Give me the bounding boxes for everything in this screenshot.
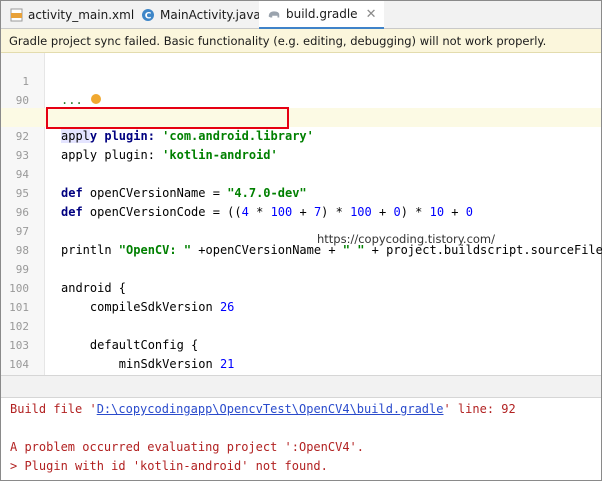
code-line: 97 println "OpenCV: " +openCVersionName …	[1, 203, 602, 257]
close-icon[interactable]: ✕	[366, 7, 377, 22]
code-line: 96	[1, 184, 601, 219]
code-line: 94 def openCVersionName = "4.7.0-dev"	[1, 146, 601, 200]
build-output-console: Build file 'D:\copycodingapp\OpencvTest\…	[1, 398, 601, 480]
code-line: 99 android {	[1, 241, 601, 295]
code-line: 101	[1, 279, 601, 314]
code-line: 1 ...	[1, 53, 601, 107]
code-line: 100 compileSdkVersion 26	[1, 260, 601, 314]
gradle-elephant-icon	[267, 7, 281, 21]
code-line: 104 targetSdkVersion 26	[1, 336, 601, 390]
java-class-icon: C	[141, 8, 155, 22]
code-editor[interactable]: 1 ... 90 91 apply plugin: 'com.android.l…	[1, 53, 602, 390]
build-file-link[interactable]: D:\copycodingapp\OpencvTest\OpenCV4\buil…	[97, 402, 444, 416]
svg-text:C: C	[145, 12, 152, 22]
editor-tab-bar: activity_main.xml ✕ C MainActivity.java …	[1, 1, 601, 30]
lightbulb-icon[interactable]	[91, 94, 101, 104]
watermark-url: https://copycoding.tistory.com/	[317, 232, 496, 246]
tab-label: activity_main.xml	[28, 8, 135, 22]
sync-failed-banner: Gradle project sync failed. Basic functi…	[1, 29, 601, 53]
code-line: 102 defaultConfig {	[1, 298, 601, 352]
xml-file-icon	[9, 8, 23, 22]
tab-build-gradle[interactable]: build.gradle ✕	[259, 1, 385, 30]
error-message: A problem occurred evaluating project ':…	[10, 440, 365, 454]
build-file-line: Build file 'D:\copycodingapp\OpencvTest\…	[10, 402, 516, 416]
code-line: 95 def openCVersionCode = ((4 * 100 + 7)…	[1, 165, 601, 219]
code-text: minSdkVersion 21	[61, 357, 235, 371]
tab-activity-main-xml[interactable]: activity_main.xml ✕	[9, 1, 153, 29]
tab-label: build.gradle	[286, 7, 358, 21]
tool-window-divider[interactable]	[1, 375, 601, 398]
line-number: 104	[9, 358, 29, 371]
tab-label: MainActivity.java	[160, 8, 261, 22]
code-line: 93	[1, 127, 601, 162]
code-line: 98	[1, 222, 601, 257]
error-highlight-box	[46, 107, 289, 129]
banner-message: Gradle project sync failed. Basic functi…	[9, 33, 547, 48]
error-detail: > Plugin with id 'kotlin-android' not fo…	[10, 459, 328, 473]
code-line: 103 minSdkVersion 21	[1, 317, 601, 371]
